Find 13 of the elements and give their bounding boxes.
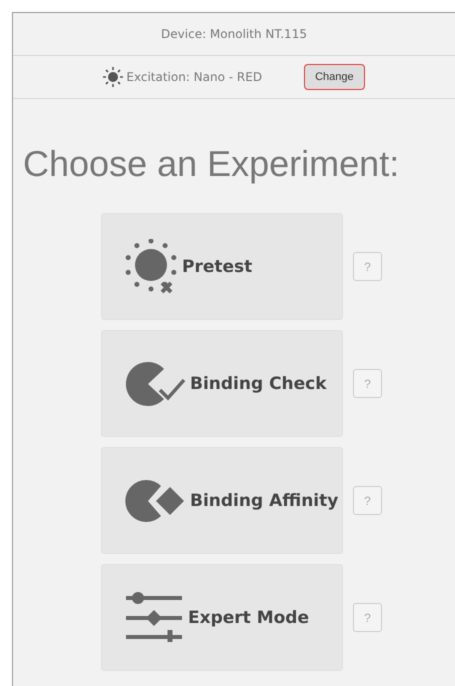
- sliders-icon: [124, 592, 184, 644]
- device-label: Device: Monolith NT.115: [13, 13, 455, 56]
- pie-diamond-icon: [124, 478, 186, 524]
- page-title: Choose an Experiment:: [23, 143, 400, 185]
- experiment-button[interactable]: Binding Check: [101, 330, 343, 437]
- experiment-button[interactable]: Expert Mode: [101, 564, 343, 671]
- pie-check-icon: [124, 360, 186, 408]
- sun-icon: [124, 238, 178, 294]
- experiment-button[interactable]: Pretest: [101, 213, 343, 320]
- experiment-button[interactable]: Binding Affinity: [101, 447, 343, 554]
- change-button[interactable]: Change: [304, 64, 365, 90]
- excitation-label: Excitation: Nano - RED: [126, 70, 262, 84]
- sun-icon: [103, 67, 124, 87]
